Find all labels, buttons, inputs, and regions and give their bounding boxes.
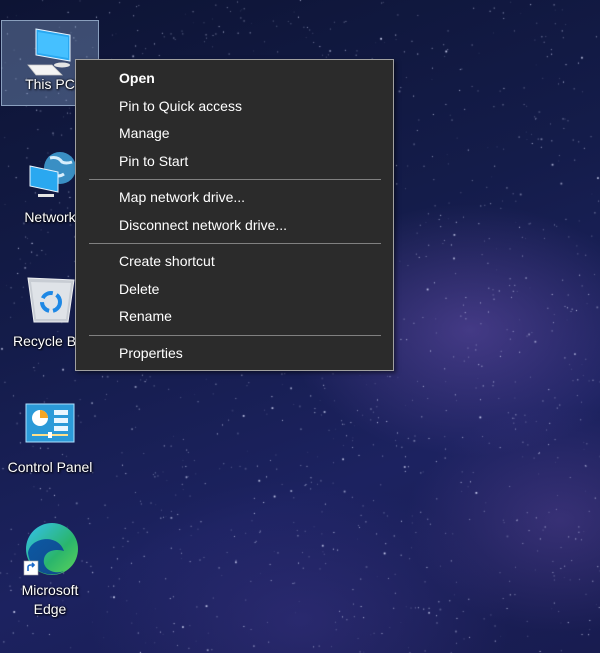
- menu-item-map-network-drive[interactable]: Map network drive...: [76, 184, 393, 212]
- desktop-icon-control-panel[interactable]: Control Panel: [2, 400, 98, 484]
- menu-item-open[interactable]: Open: [76, 65, 393, 93]
- recycle-bin-icon: [27, 277, 75, 323]
- menu-item-rename[interactable]: Rename: [76, 303, 393, 331]
- menu-item-delete[interactable]: Delete: [76, 276, 393, 304]
- desktop-icon-label: Control Panel: [7, 459, 93, 475]
- menu-item-pin-to-start[interactable]: Pin to Start: [76, 148, 393, 176]
- context-menu: Open Pin to Quick access Manage Pin to S…: [75, 59, 394, 371]
- network-icon: [29, 152, 76, 197]
- menu-item-properties[interactable]: Properties: [76, 340, 393, 368]
- menu-item-pin-to-quick-access[interactable]: Pin to Quick access: [76, 93, 393, 121]
- menu-item-manage[interactable]: Manage: [76, 120, 393, 148]
- shortcut-arrow-icon: [23, 560, 39, 576]
- menu-separator: [89, 243, 381, 244]
- desktop-icon-label: Microsoft Edge: [21, 582, 79, 617]
- menu-item-disconnect-network-drive[interactable]: Disconnect network drive...: [76, 212, 393, 240]
- edge-icon: [23, 523, 78, 576]
- computer-icon: [27, 28, 71, 76]
- menu-separator: [89, 179, 381, 180]
- menu-item-create-shortcut[interactable]: Create shortcut: [76, 248, 393, 276]
- menu-separator: [89, 334, 381, 336]
- control-panel-icon: [25, 403, 75, 443]
- desktop-icon-microsoft-edge[interactable]: Microsoft Edge: [2, 515, 98, 621]
